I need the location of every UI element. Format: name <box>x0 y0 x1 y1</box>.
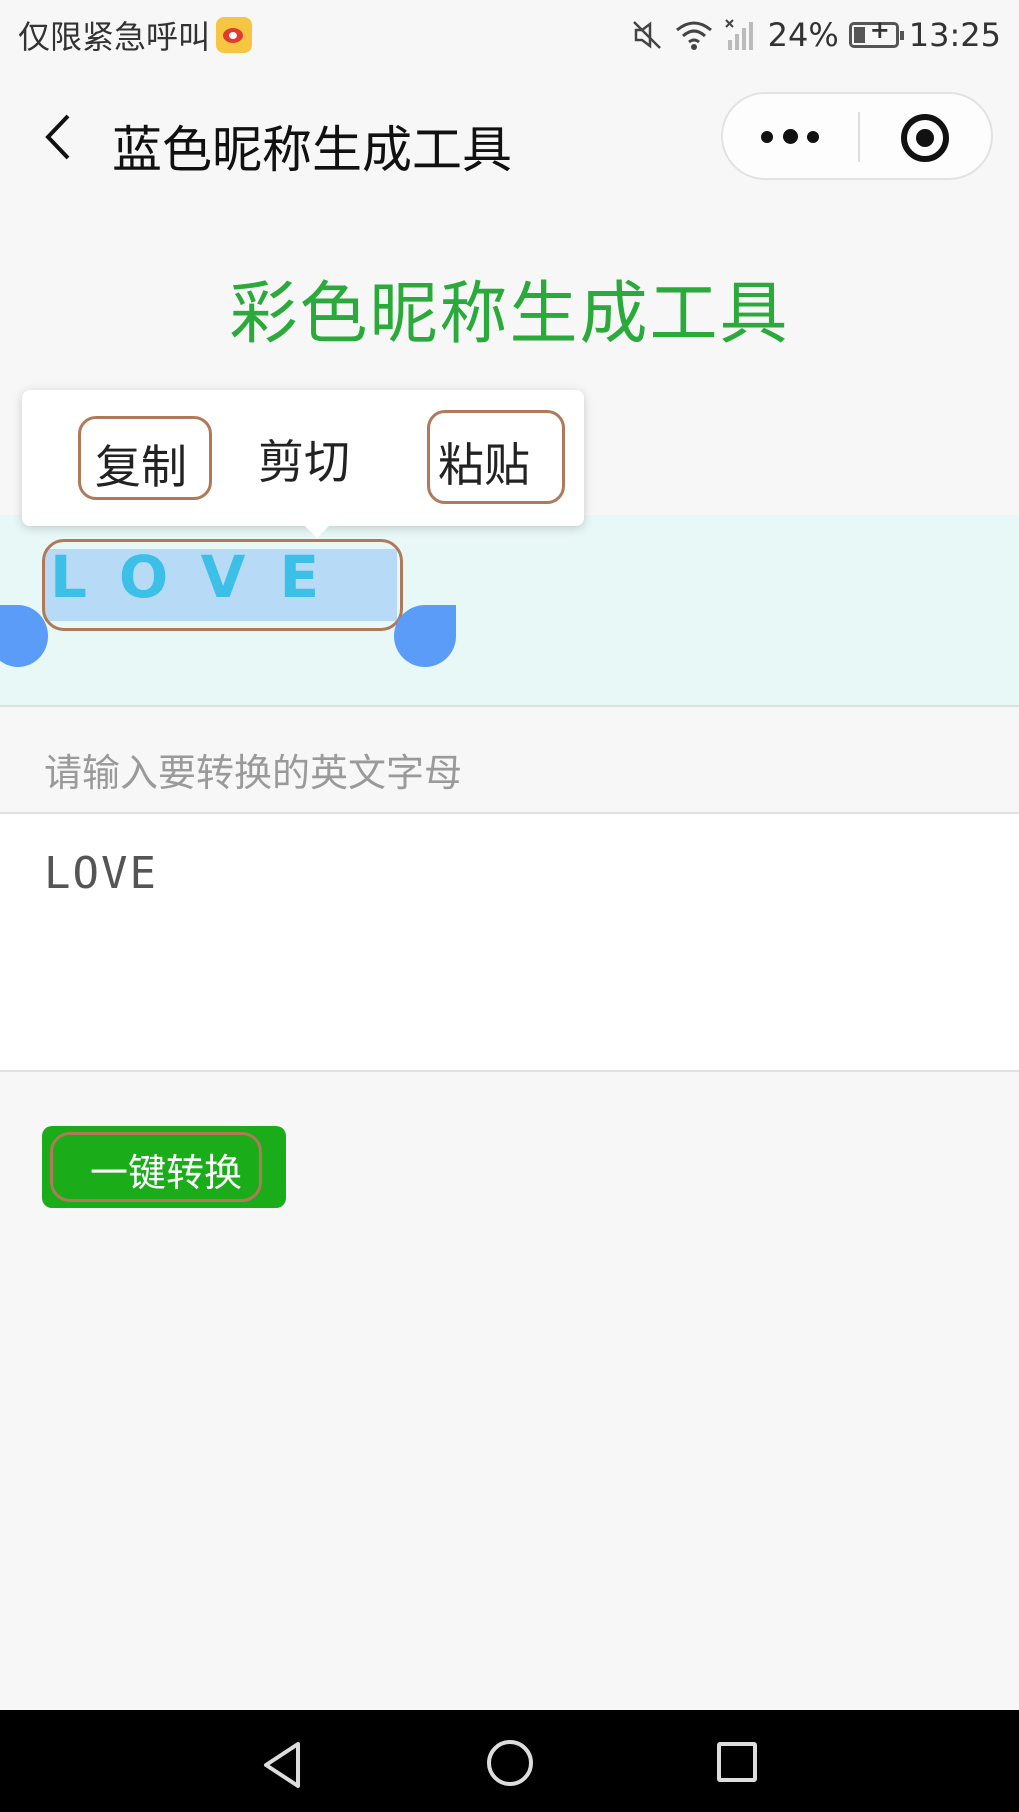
signal-icon <box>724 19 753 50</box>
convert-button-label: 一键转换 <box>90 1151 243 1195</box>
status-left: 仅限紧急呼叫 <box>18 12 253 58</box>
convert-button[interactable]: 一键转换 <box>42 1126 286 1208</box>
carrier-text: 仅限紧急呼叫 <box>18 18 211 56</box>
selection-handle-end[interactable] <box>394 605 456 667</box>
input-label: 请输入要转换的英文字母 <box>44 751 463 795</box>
page-heading: 彩色昵称生成工具 <box>229 275 790 354</box>
status-bar: 仅限紧急呼叫 24% + 13:25 <box>0 0 1019 70</box>
weibo-icon <box>216 17 253 53</box>
result-area[interactable]: LOVE <box>0 515 1019 707</box>
letters-input[interactable]: LOVE <box>0 812 1019 1072</box>
annotation-outline-result <box>42 539 403 631</box>
input-value: LOVE <box>44 848 158 899</box>
more-icon[interactable] <box>761 124 821 150</box>
mute-icon <box>632 21 661 49</box>
menu-capsule <box>721 92 993 180</box>
status-right: 24% + 13:25 <box>630 16 1001 54</box>
menu-paste[interactable]: 粘贴 <box>427 410 565 504</box>
menu-cut[interactable]: 剪切 <box>258 426 350 492</box>
menu-copy[interactable]: 复制 <box>78 416 212 500</box>
back-arrow-icon[interactable] <box>38 112 78 162</box>
nav-title: 蓝色昵称生成工具 <box>112 121 512 179</box>
selection-handle-start[interactable] <box>0 605 48 667</box>
nav-back-icon[interactable] <box>258 1740 308 1790</box>
clock: 13:25 <box>908 16 1001 54</box>
nav-home-icon[interactable] <box>487 1740 533 1786</box>
context-menu: 复制 剪切 粘贴 <box>22 390 584 538</box>
menu-paste-label: 粘贴 <box>438 438 530 492</box>
capsule-divider <box>858 112 860 162</box>
battery-icon: + <box>848 16 904 48</box>
nav-recent-icon[interactable] <box>717 1742 757 1782</box>
battery-percent: 24% <box>767 16 839 54</box>
nav-bar: 蓝色昵称生成工具 <box>0 80 1019 190</box>
wifi-icon <box>675 21 712 50</box>
menu-copy-label: 复制 <box>95 440 187 494</box>
close-miniprogram-icon[interactable] <box>901 114 949 162</box>
system-nav-bar <box>0 1710 1019 1812</box>
